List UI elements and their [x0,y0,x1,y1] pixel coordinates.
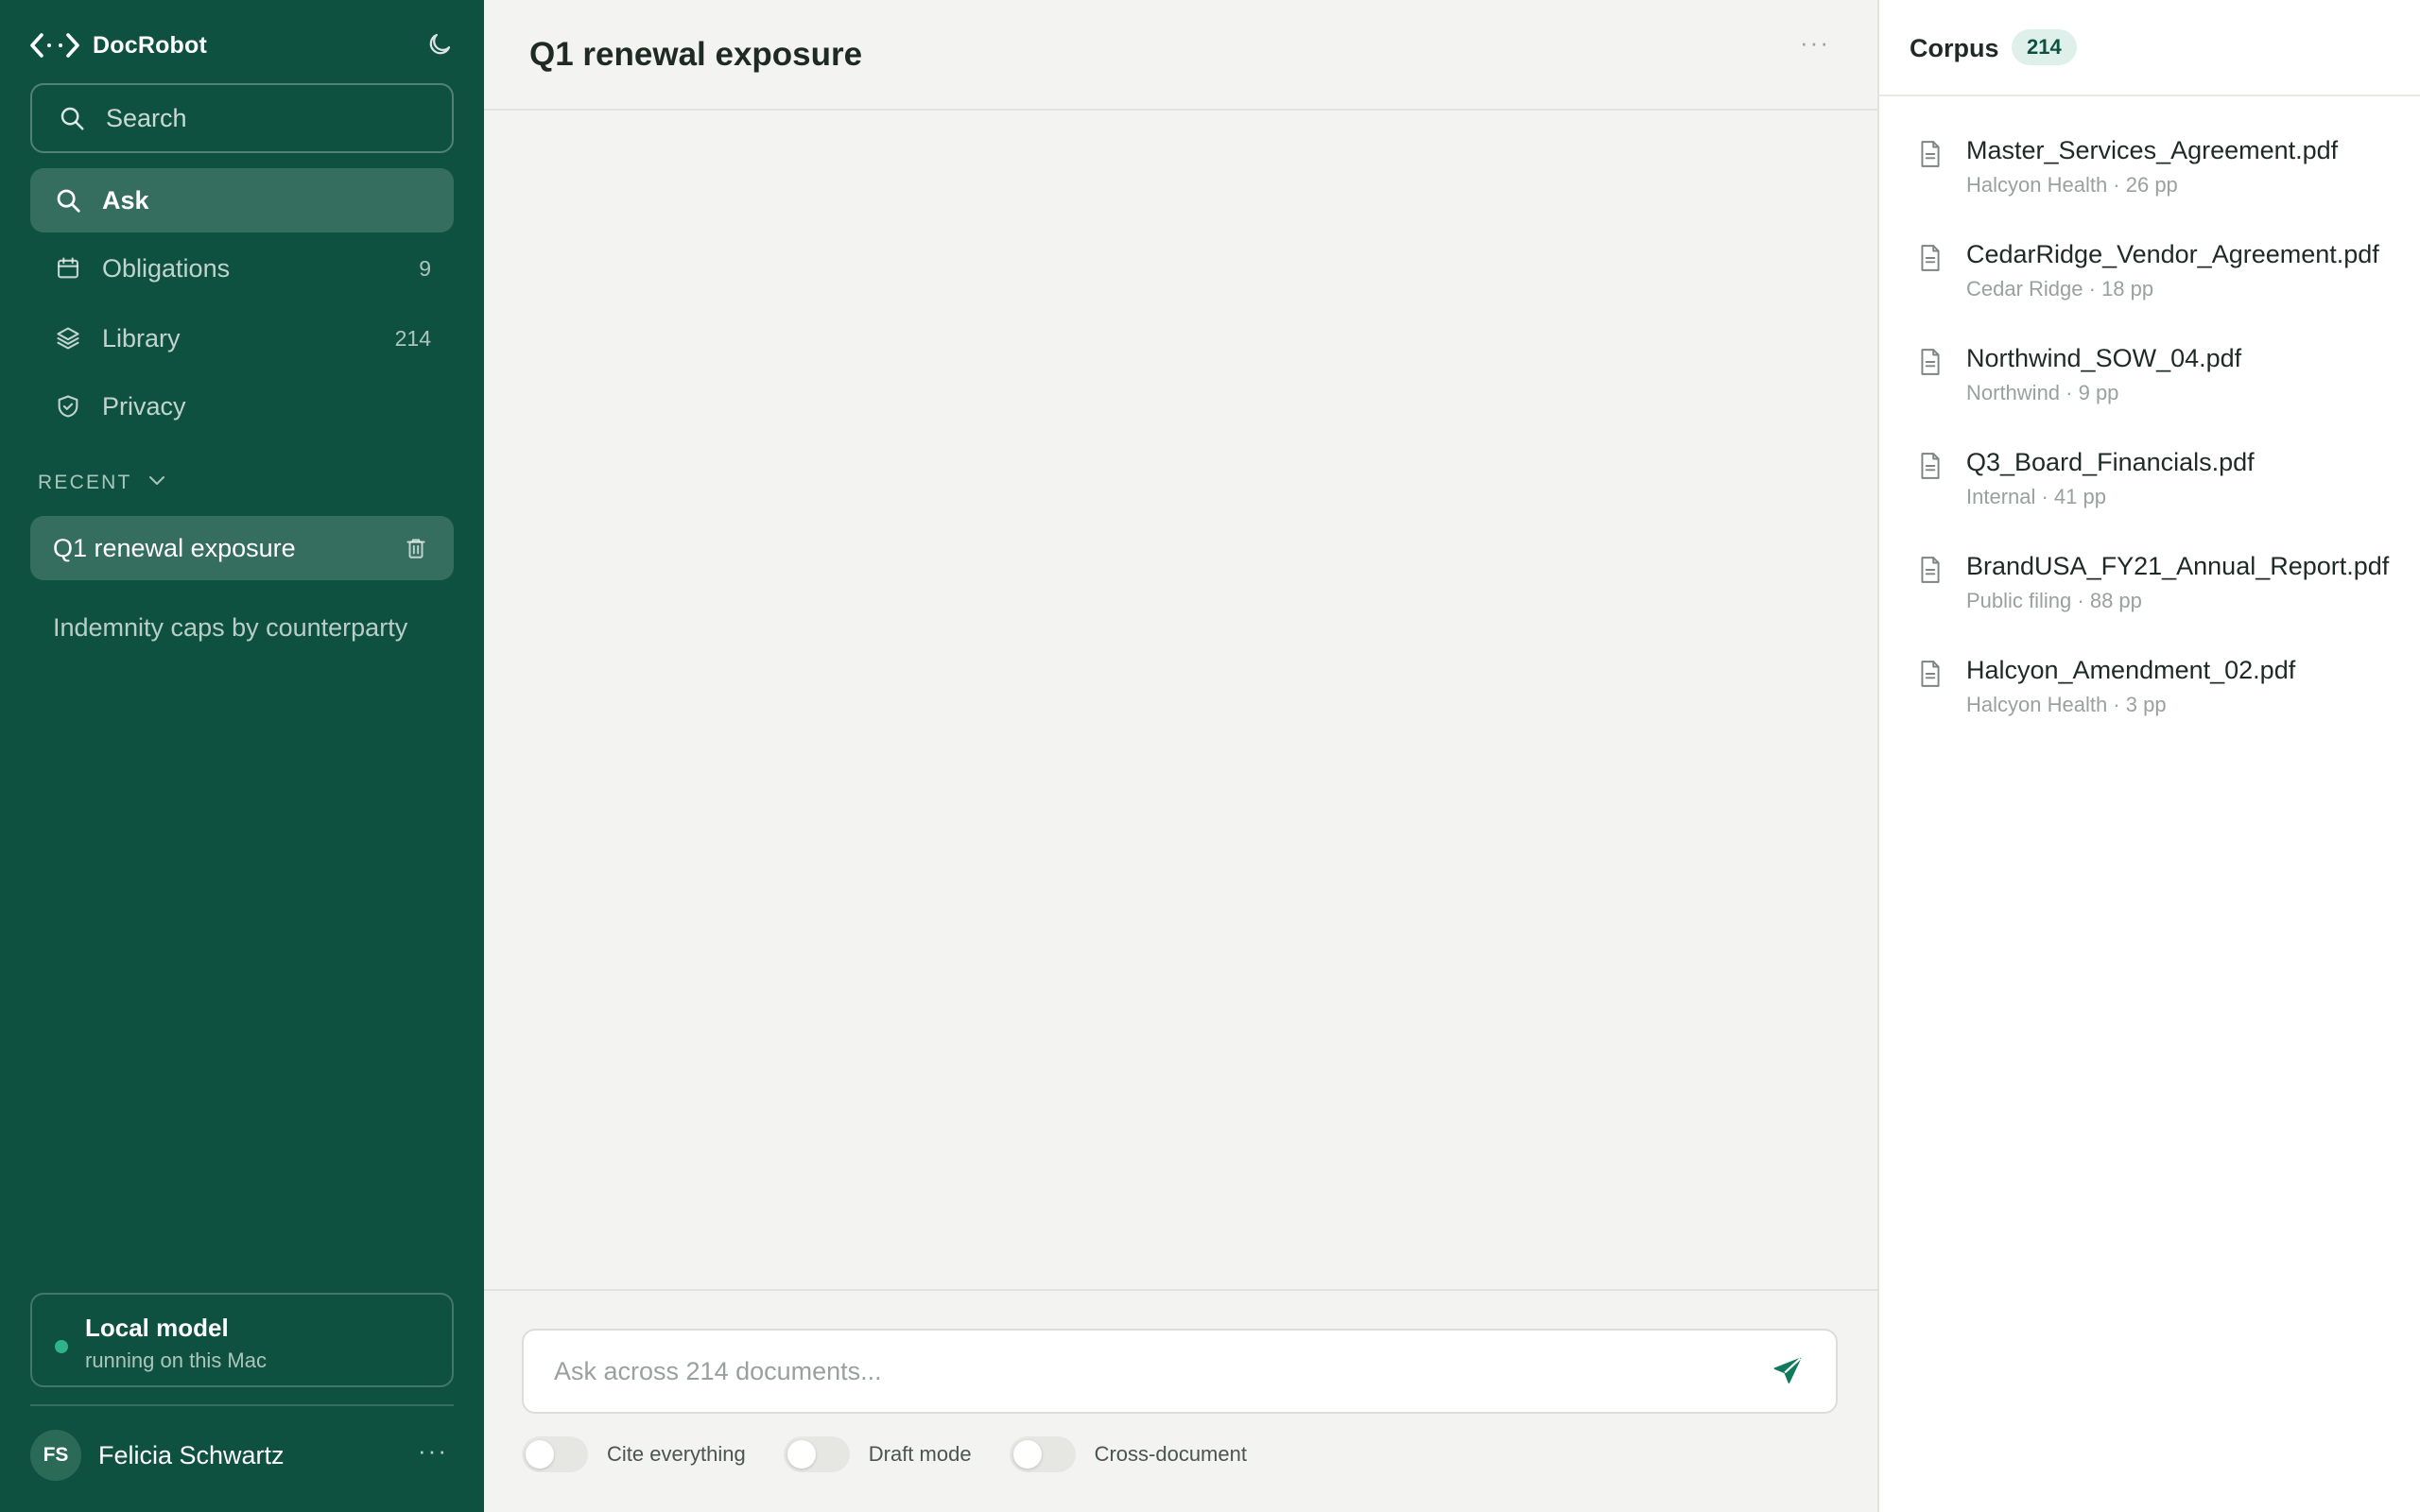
more-options-icon[interactable]: ··· [418,1436,454,1475]
chevron-down-icon [146,469,168,497]
toggle-label: Cross-document [1094,1442,1247,1466]
status-dot [55,1340,68,1353]
nav-label: Obligations [102,253,231,283]
composer [522,1329,1838,1414]
corpus-header: Corpus 214 [1879,0,2420,96]
user-name: Felicia Schwartz [98,1440,285,1469]
toggle-label: Cite everything [607,1442,746,1466]
user-profile[interactable]: FS Felicia Schwartz ··· [30,1429,454,1482]
toggle-cross-document[interactable]: Cross-document [1009,1436,1247,1472]
document-meta: Northwind · 9 pp [1966,381,2119,404]
nav-count: 214 [394,325,431,351]
nav-label: Library [102,323,181,352]
toggle-switch[interactable] [1009,1436,1076,1472]
document-name: BrandUSA_FY21_Annual_Report.pdf [1966,552,2390,580]
sidebar-search[interactable]: Search [30,83,454,153]
document-meta: Halcyon Health · 26 pp [1966,173,2178,197]
corpus-panel: Corpus 214 Master_Services_Agreement.pdf… [1877,0,2420,1512]
divider [30,1404,454,1406]
search-icon [53,185,83,215]
corpus-count-badge: 214 [2012,29,2077,65]
recent-item-label: Q1 renewal exposure [53,533,296,562]
more-options-icon[interactable]: ··· [1800,28,1830,58]
toggle-label: Draft mode [868,1442,972,1466]
avatar: FS [30,1430,81,1481]
toggle-switch[interactable] [522,1436,588,1472]
composer-area: Cite everything Draft mode Cross-documen… [484,1289,1877,1512]
nav-item-library[interactable]: Library 214 [30,306,454,370]
document-item[interactable]: Q3_Board_Financials.pdf Internal · 41 pp [1917,448,2409,509]
document-icon [1917,660,1944,690]
trash-icon[interactable] [401,533,431,563]
document-name: Master_Services_Agreement.pdf [1966,136,2339,164]
document-name: Northwind_SOW_04.pdf [1966,344,2242,372]
document-item[interactable]: Halcyon_Amendment_02.pdf Halcyon Health … [1917,656,2409,717]
model-info: Local model running on this Mac [85,1314,267,1385]
document-icon [1917,556,1944,586]
sidebar: DocRobot Search Ask Obligations 9 Librar… [0,0,484,1512]
nav-count: 9 [419,255,431,281]
brand[interactable]: DocRobot [30,28,207,62]
document-icon [1917,348,1944,378]
nav-item-privacy[interactable]: Privacy [30,374,454,438]
document-icon [1917,140,1944,170]
nav-label: Ask [102,185,149,215]
send-button[interactable] [1768,1351,1807,1391]
document-item[interactable]: BrandUSA_FY21_Annual_Report.pdf Public f… [1917,552,2409,613]
main-header: Q1 renewal exposure ··· [484,0,1877,111]
moon-icon [425,30,454,63]
composer-options: Cite everything Draft mode Cross-documen… [522,1436,1247,1472]
model-title: Local model [85,1314,229,1342]
document-name: Q3_Board_Financials.pdf [1966,448,2255,476]
main-panel: Q1 renewal exposure ··· Cite everything … [484,0,1877,1512]
document-name: Halcyon_Amendment_02.pdf [1966,656,2296,684]
nav-item-obligations[interactable]: Obligations 9 [30,236,454,301]
local-model-status[interactable]: Local model running on this Mac [30,1293,454,1387]
document-meta: Internal · 41 pp [1966,485,2106,508]
document-meta: Halcyon Health · 3 pp [1966,693,2167,716]
recent-section-toggle[interactable]: RECENT [38,469,168,497]
nav-item-ask[interactable]: Ask [30,168,454,232]
document-name: CedarRidge_Vendor_Agreement.pdf [1966,240,2379,268]
recent-item[interactable]: Indemnity caps by counterparty [30,595,454,660]
document-item[interactable]: Northwind_SOW_04.pdf Northwind · 9 pp [1917,344,2409,405]
ask-input[interactable] [554,1356,1768,1386]
shield-check-icon [53,391,83,421]
toggle-draft-mode[interactable]: Draft mode [783,1436,972,1472]
document-meta: Cedar Ridge · 18 pp [1966,277,2154,301]
recent-item-label: Indemnity caps by counterparty [53,612,408,642]
send-icon [1773,1357,1802,1383]
corpus-title: Corpus [1910,34,1999,62]
search-placeholder: Search [106,103,187,132]
document-item[interactable]: Master_Services_Agreement.pdf Halcyon He… [1917,136,2409,198]
recent-label: RECENT [38,472,132,493]
toggle-cite-everything[interactable]: Cite everything [522,1436,746,1472]
recent-item[interactable]: Q1 renewal exposure [30,516,454,580]
page-title: Q1 renewal exposure [529,36,863,73]
layers-icon [53,323,83,353]
dark-mode-toggle[interactable] [422,28,458,64]
docrobot-logo-icon [30,28,79,62]
search-icon [57,103,87,133]
document-item[interactable]: CedarRidge_Vendor_Agreement.pdf Cedar Ri… [1917,240,2409,301]
nav-label: Privacy [102,391,186,421]
calendar-icon [53,253,83,284]
toggle-switch[interactable] [783,1436,850,1472]
document-icon [1917,452,1944,482]
document-meta: Public filing · 88 pp [1966,589,2142,612]
app-name: DocRobot [93,31,208,59]
document-icon [1917,244,1944,274]
model-subtitle: running on this Mac [85,1349,267,1372]
